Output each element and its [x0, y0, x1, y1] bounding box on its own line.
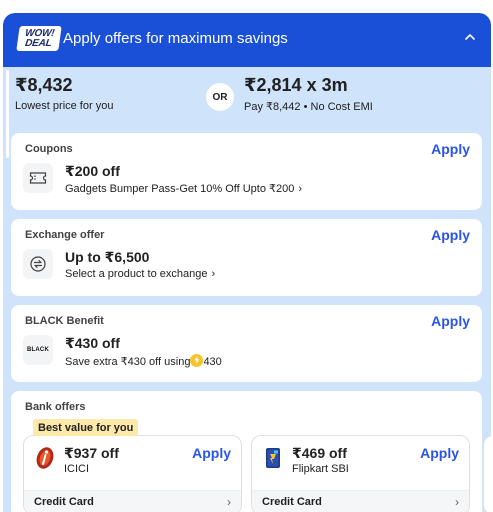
black-apply-button[interactable]: Apply [431, 313, 470, 329]
exchange-description-link[interactable]: Select a product to exchange › [65, 268, 215, 280]
bank-offer-amount: ₹469 off [292, 445, 347, 461]
lowest-price: ₹8,432 [15, 75, 73, 95]
chevron-right-icon: › [455, 495, 459, 509]
chevron-right-icon: › [227, 495, 231, 509]
black-description-text: Save extra ₹430 off using [65, 356, 191, 368]
bank-offers-card: Bank offers Best value for you ₹937 off … [11, 391, 491, 512]
exchange-description: Select a product to exchange [65, 268, 208, 280]
chevron-up-icon[interactable] [463, 30, 477, 44]
bank-offer-amount: ₹937 off [64, 445, 119, 461]
bank-offer-name: Flipkart SBI [292, 463, 349, 475]
exchange-amount: Up to ₹6,500 [65, 249, 150, 265]
black-description: Save extra ₹430 off using 430 [65, 354, 222, 368]
bank-offer-icici[interactable]: ₹937 off ICICI Apply Credit Card › [23, 435, 242, 512]
price-summary: ₹8,432 Lowest price for you OR ₹2,814 x … [3, 67, 491, 129]
bank-offers-title: Bank offers [25, 401, 86, 413]
coupons-apply-button[interactable]: Apply [431, 141, 470, 157]
icici-logo-icon [36, 447, 54, 469]
black-logo-text: BLACK [27, 347, 49, 353]
coupon-amount: ₹200 off [65, 163, 120, 179]
ticket-icon [23, 163, 53, 193]
exchange-icon [23, 249, 53, 279]
black-coin-amount: 430 [203, 356, 222, 368]
black-logo-icon: BLACK [23, 335, 53, 365]
wow-deal-badge: WOW! DEAL [16, 26, 62, 51]
bank-offer-flipkart-sbi[interactable]: ₹469 off Flipkart SBI Apply Credit Card … [251, 435, 470, 512]
bank-offer-apply-button[interactable]: Apply [192, 445, 231, 461]
offers-header[interactable]: WOW! DEAL Apply offers for maximum savin… [3, 13, 491, 67]
chevron-right-icon: › [298, 183, 303, 195]
flipkart-sbi-card-icon [266, 448, 280, 468]
coupons-title: Coupons [25, 143, 73, 155]
exchange-apply-button[interactable]: Apply [431, 227, 470, 243]
card-type-label: Credit Card [34, 496, 94, 508]
emi-label: Pay ₹8,442 • No Cost EMI [244, 101, 373, 113]
offers-header-title: Apply offers for maximum savings [63, 30, 288, 47]
exchange-title: Exchange offer [25, 229, 105, 241]
black-benefit-card[interactable]: BLACK Benefit Apply BLACK ₹430 off Save … [11, 305, 482, 382]
or-divider: OR [206, 83, 234, 111]
black-benefit-title: BLACK Benefit [25, 315, 104, 327]
wow-deal-badge-line1: WOW! [24, 27, 56, 39]
lowest-price-label: Lowest price for you [15, 100, 114, 112]
coupon-description: Gadgets Bumper Pass-Get 10% Off Upto ₹20… [65, 183, 295, 195]
card-type-label: Credit Card [262, 496, 322, 508]
exchange-card[interactable]: Exchange offer Apply Up to ₹6,500 Select… [11, 219, 482, 296]
coupons-card[interactable]: Coupons Apply ₹200 off Gadgets Bumper Pa… [11, 133, 482, 210]
bank-offer-footer[interactable]: Credit Card › [252, 490, 469, 512]
bank-offer-apply-button[interactable]: Apply [420, 445, 459, 461]
best-value-badge: Best value for you [33, 419, 139, 436]
bank-offer-name: ICICI [64, 463, 90, 475]
emi-price: ₹2,814 x 3m [244, 75, 348, 95]
wow-deal-badge-line2: DEAL [24, 37, 53, 49]
bank-offer-footer[interactable]: Credit Card › [24, 490, 241, 512]
bank-offer-next-peek[interactable] [483, 435, 491, 512]
chevron-right-icon: › [211, 268, 216, 280]
black-amount: ₹430 off [65, 335, 120, 351]
supercoin-icon [190, 354, 204, 367]
coupon-description-link[interactable]: Gadgets Bumper Pass-Get 10% Off Upto ₹20… [65, 182, 302, 195]
offers-panel: WOW! DEAL Apply offers for maximum savin… [3, 13, 491, 512]
